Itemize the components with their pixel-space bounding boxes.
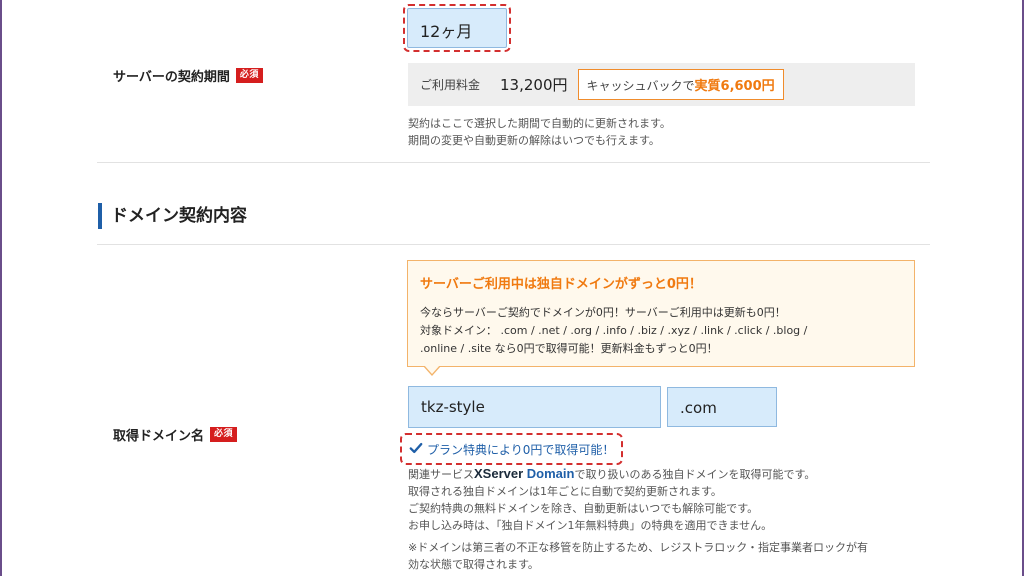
domain-name-label: 取得ドメイン名 bbox=[113, 429, 205, 444]
domain-name-row-label: 取得ドメイン名 必須 bbox=[113, 425, 238, 444]
promo-line: .online / .site なら0円で取得可能！更新料金もずっと0円！ bbox=[420, 342, 718, 355]
domain-desc-line: 関連サービスXServer Domainで取り扱いのある独自ドメインを取得可能で… bbox=[408, 465, 815, 483]
domain-description: 関連サービスXServer Domainで取り扱いのある独自ドメインを取得可能で… bbox=[408, 465, 815, 534]
check-icon bbox=[409, 442, 423, 454]
domain-desc-line: 取得される独自ドメインは1年ごとに自動で契約更新されます。 bbox=[408, 485, 722, 498]
caution-line: ※ドメインは第三者の不正な移管を防止するため、レジストラロック・指定事業者ロック… bbox=[408, 541, 868, 554]
caution-line: 効な状態で取得されます。 bbox=[408, 558, 539, 571]
required-badge: 必須 bbox=[235, 68, 263, 83]
cashback-value: 実質6,600円 bbox=[694, 79, 775, 94]
domain-section-title: ドメイン契約内容 bbox=[98, 203, 247, 229]
contract-term-row-label: サーバーの契約期間 必須 bbox=[113, 66, 263, 85]
domain-caution: ※ドメインは第三者の不正な移管を防止するため、レジストラロック・指定事業者ロック… bbox=[408, 539, 868, 573]
domain-tld-select[interactable]: .com bbox=[667, 387, 777, 427]
domain-desc-line: お申し込み時は、「独自ドメイン1年無料特典」の特典を適用できません。 bbox=[408, 519, 773, 532]
price-label: ご利用料金 bbox=[420, 78, 481, 92]
domain-name-input[interactable]: tkz-style bbox=[408, 386, 661, 428]
section-divider bbox=[97, 162, 930, 163]
contract-term-notes: 契約はここで選択した期間で自動的に更新されます。 期間の変更や自動更新の解除はい… bbox=[408, 115, 671, 149]
desc-prefix: 関連サービス bbox=[408, 468, 474, 481]
cashback-prefix: キャッシュバックで bbox=[586, 79, 695, 93]
contract-term-note: 期間の変更や自動更新の解除はいつでも行えます。 bbox=[408, 134, 660, 147]
cashback-badge: キャッシュバックで実質6,600円 bbox=[577, 69, 784, 100]
logo-domain: Domain bbox=[526, 466, 575, 481]
contract-term-label: サーバーの契約期間 bbox=[113, 70, 230, 85]
logo-x: XServer bbox=[474, 466, 524, 481]
domain-free-status: プラン特典により0円で取得可能！ bbox=[399, 433, 624, 465]
free-domain-promo: サーバーご利用中は独自ドメインがずっと0円！ 今ならサーバーご契約でドメインが0… bbox=[407, 260, 915, 367]
section-divider bbox=[97, 244, 930, 245]
promo-line: 対象ドメイン： .com / .net / .org / .info / .bi… bbox=[420, 324, 808, 337]
price-value: 13,200円 bbox=[500, 76, 568, 94]
price-summary: ご利用料金 13,200円 キャッシュバックで実質6,600円 bbox=[408, 63, 915, 106]
desc-suffix: で取り扱いのある独自ドメインを取得可能です。 bbox=[574, 468, 816, 481]
contract-term-note: 契約はここで選択した期間で自動的に更新されます。 bbox=[408, 117, 671, 130]
promo-line: 今ならサーバーご契約でドメインが0円！サーバーご利用中は更新も0円！ bbox=[420, 306, 786, 319]
xserver-domain-logo: XServer Domain bbox=[474, 466, 574, 481]
promo-title: サーバーご利用中は独自ドメインがずっと0円！ bbox=[420, 277, 702, 292]
domain-free-status-text: プラン特典により0円で取得可能！ bbox=[427, 443, 615, 457]
domain-desc-line: ご契約特典の無料ドメインを除き、自動更新はいつでも解除可能です。 bbox=[408, 502, 759, 515]
required-badge: 必須 bbox=[210, 427, 238, 442]
promo-pointer-inner bbox=[424, 365, 440, 374]
contract-term-select[interactable]: 12ヶ月 bbox=[403, 4, 511, 52]
